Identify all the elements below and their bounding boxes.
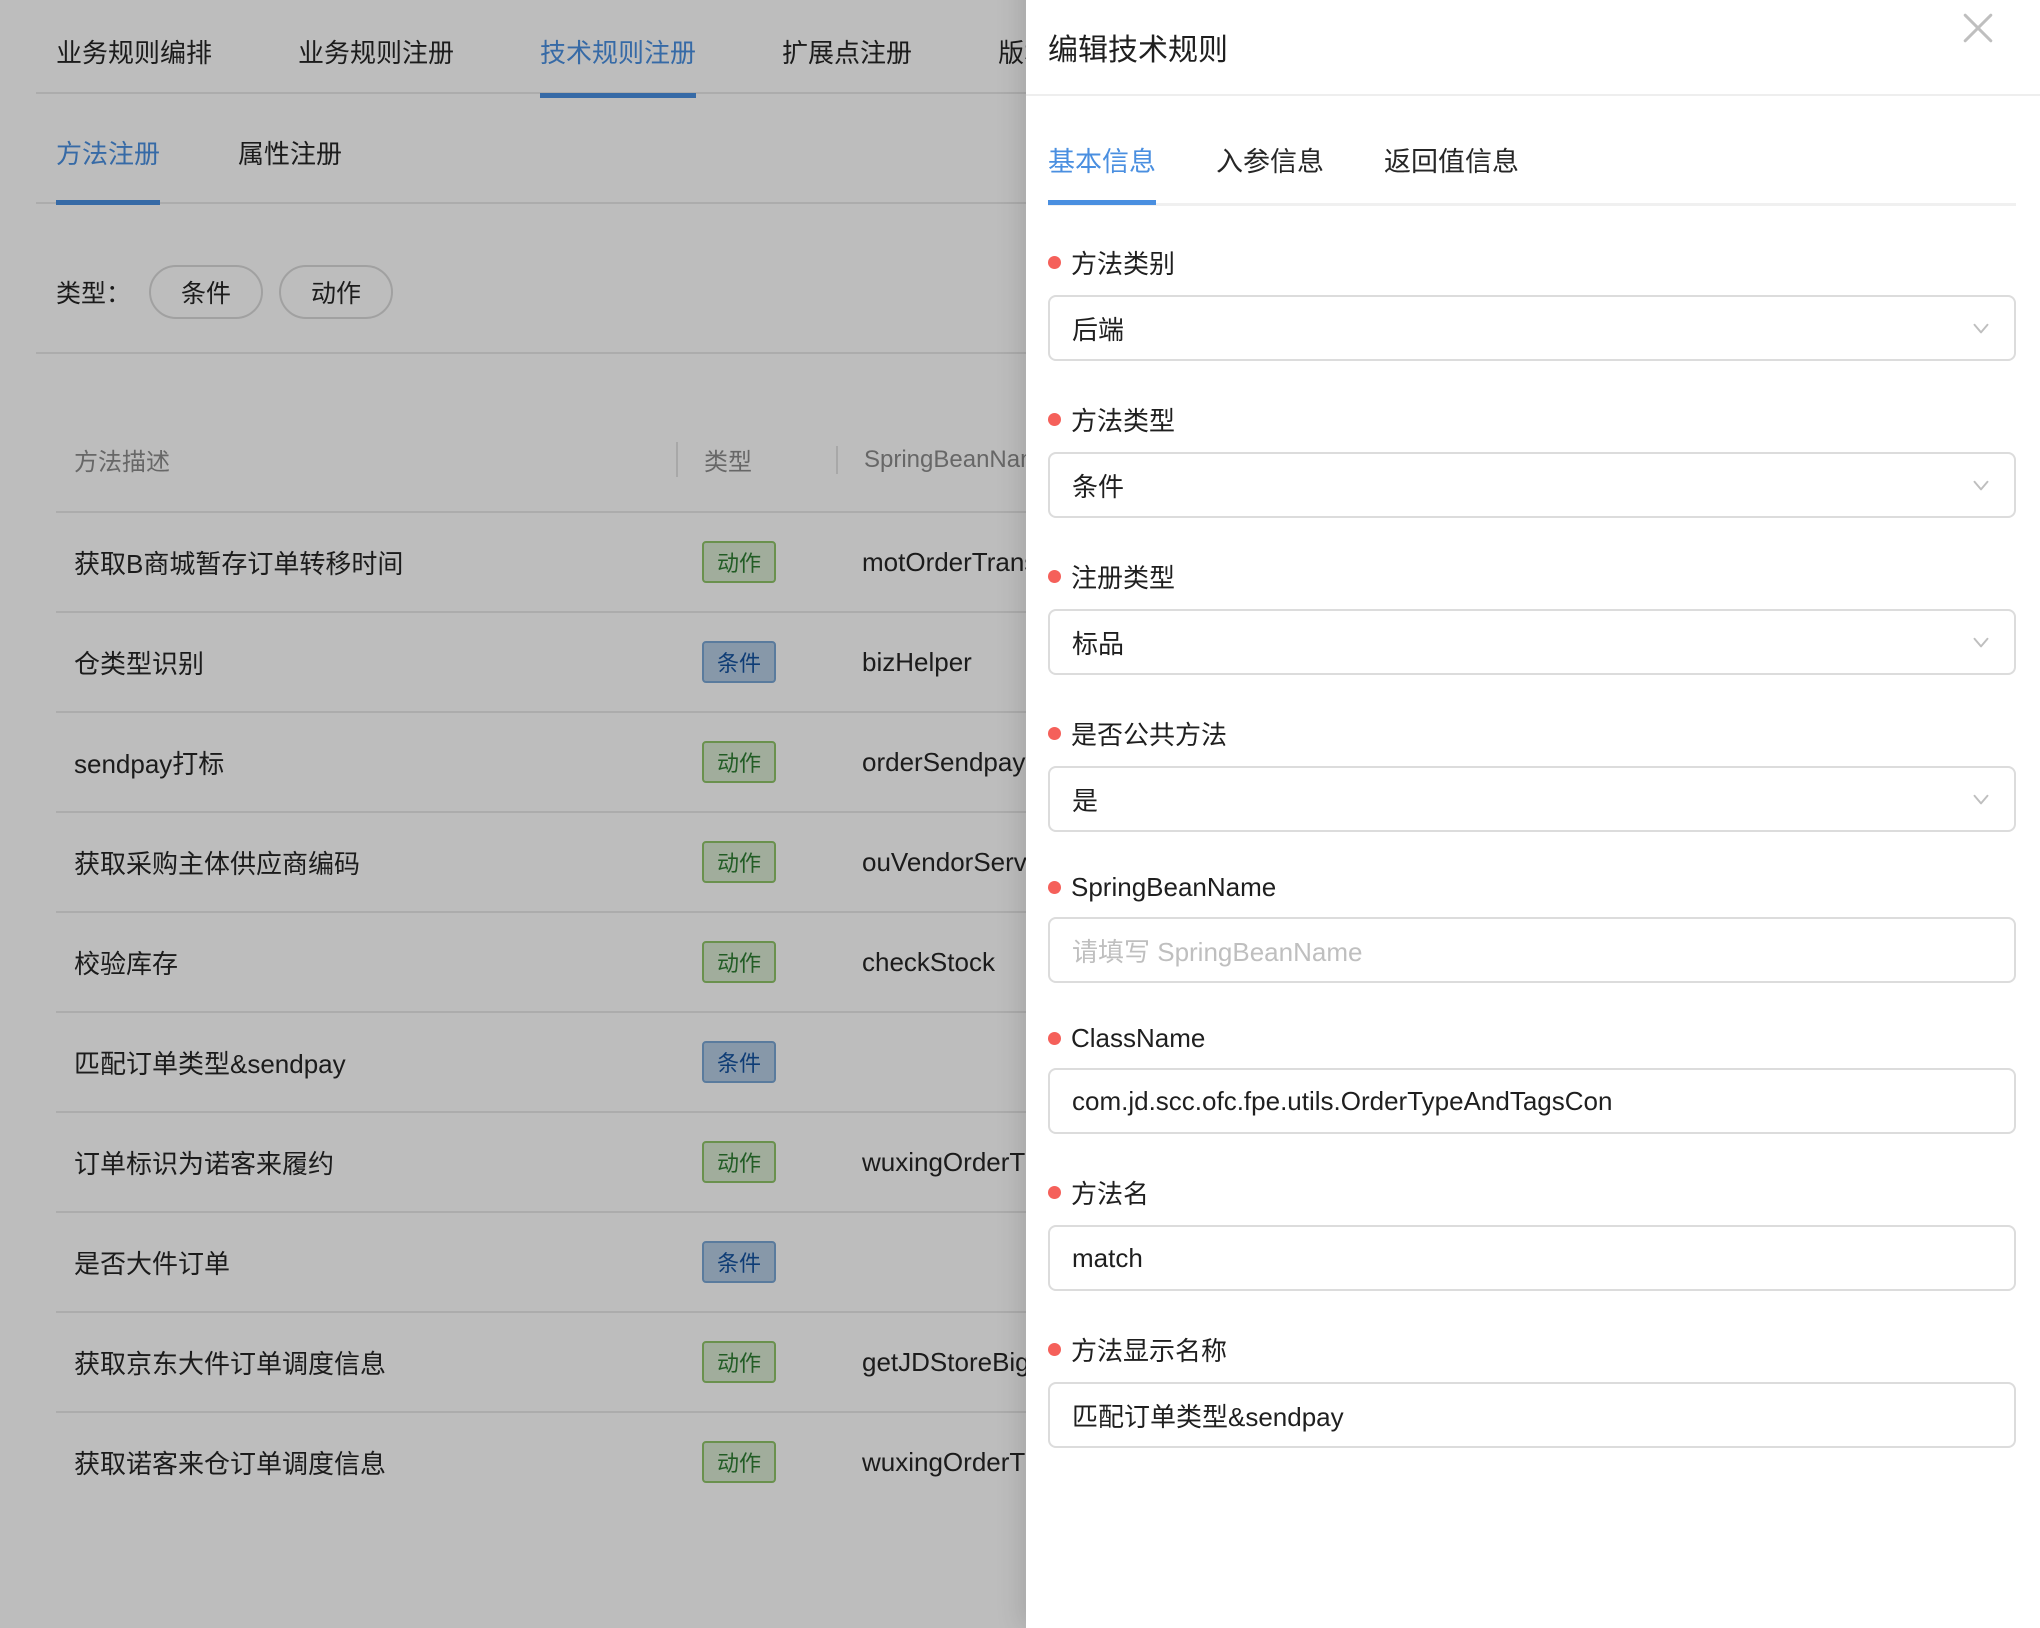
input-field-4[interactable]: 请填写 SpringBeanName [1048,917,2016,983]
required-dot-icon [1048,881,1061,894]
select-field-2[interactable]: 标品 [1048,609,2016,675]
field-label: 是否公共方法 [1048,693,2016,766]
select-field-0[interactable]: 后端 [1048,295,2016,361]
input-field-6[interactable]: match [1048,1225,2016,1291]
field-label: SpringBeanName [1048,850,2016,917]
field-label: 方法类别 [1048,222,2016,295]
input-field-7[interactable]: 匹配订单类型&sendpay [1048,1382,2016,1448]
field-label-text: 注册类型 [1071,558,1175,595]
field-label: 方法显示名称 [1048,1309,2016,1382]
field-label-text: 是否公共方法 [1071,715,1227,752]
required-dot-icon [1048,256,1061,269]
form-field-2: 注册类型标品 [1048,536,2016,675]
chevron-down-icon [1968,629,1994,655]
field-value: 后端 [1072,310,1124,347]
field-label: ClassName [1048,1001,2016,1068]
form-field-3: 是否公共方法是 [1048,693,2016,832]
field-value: 标品 [1072,624,1124,661]
form-field-1: 方法类型条件 [1048,379,2016,518]
required-dot-icon [1048,1343,1061,1356]
drawer-tab-bar: 基本信息入参信息返回值信息 [1048,96,2016,206]
drawer-tab-2[interactable]: 返回值信息 [1384,140,1519,205]
drawer-title: 编辑技术规则 [1048,0,1228,69]
field-label: 注册类型 [1048,536,2016,609]
field-value: com.jd.scc.ofc.fpe.utils.OrderTypeAndTag… [1072,1086,1612,1117]
field-label-text: SpringBeanName [1071,872,1276,903]
form-field-6: 方法名 match [1048,1152,2016,1291]
field-value: 是 [1072,781,1098,818]
form-field-0: 方法类别后端 [1048,222,2016,361]
required-dot-icon [1048,727,1061,740]
edit-technical-rule-drawer: 编辑技术规则 基本信息入参信息返回值信息 方法类别后端方法类型条件注册类型标品是… [1026,0,2040,1628]
field-value: 匹配订单类型&sendpay [1072,1397,1344,1434]
required-dot-icon [1048,1186,1061,1199]
drawer-body: 基本信息入参信息返回值信息 方法类别后端方法类型条件注册类型标品是否公共方法是S… [1026,96,2040,1628]
chevron-down-icon [1968,315,1994,341]
select-field-3[interactable]: 是 [1048,766,2016,832]
close-icon[interactable] [1956,6,2000,50]
field-label: 方法类型 [1048,379,2016,452]
field-label-text: 方法类型 [1071,401,1175,438]
field-label-text: 方法类别 [1071,244,1175,281]
form-field-5: ClassName com.jd.scc.ofc.fpe.utils.OrderT… [1048,1001,2016,1134]
select-field-1[interactable]: 条件 [1048,452,2016,518]
field-value: 请填写 SpringBeanName [1072,932,1362,969]
field-value: match [1072,1243,1143,1274]
form-field-7: 方法显示名称匹配订单类型&sendpay [1048,1309,2016,1448]
required-dot-icon [1048,413,1061,426]
required-dot-icon [1048,1032,1061,1045]
field-label-text: ClassName [1071,1023,1205,1054]
field-label-text: 方法名 [1071,1174,1149,1211]
drawer-tab-0[interactable]: 基本信息 [1048,140,1156,205]
input-field-5[interactable]: com.jd.scc.ofc.fpe.utils.OrderTypeAndTag… [1048,1068,2016,1134]
field-value: 条件 [1072,467,1124,504]
field-label-text: 方法显示名称 [1071,1331,1227,1368]
basic-info-form: 方法类别后端方法类型条件注册类型标品是否公共方法是 SpringBeanName 请… [1048,206,2016,1448]
drawer-header: 编辑技术规则 [1026,0,2040,96]
drawer-tab-1[interactable]: 入参信息 [1216,140,1324,205]
required-dot-icon [1048,570,1061,583]
form-field-4: SpringBeanName 请填写 SpringBeanName [1048,850,2016,983]
chevron-down-icon [1968,786,1994,812]
field-label: 方法名 [1048,1152,2016,1225]
chevron-down-icon [1968,472,1994,498]
